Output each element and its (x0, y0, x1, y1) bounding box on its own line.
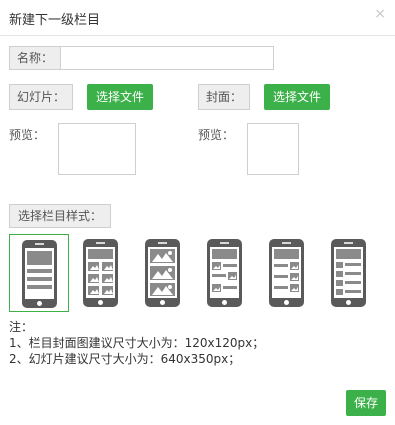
note-cover-size: 1、栏目封面图建议尺寸大小为：120x120px； (9, 336, 265, 350)
layout-option-2[interactable] (71, 234, 131, 312)
phone-layout-gallery-icon (145, 239, 180, 307)
layout-option-3[interactable] (133, 234, 193, 312)
layout-option-4[interactable] (195, 234, 255, 312)
dialog-title: 新建下一级栏目 (9, 13, 101, 28)
save-button[interactable]: 保存 (345, 390, 386, 416)
select-layout-style-button[interactable]: 选择栏目样式： (9, 204, 112, 228)
close-icon[interactable]: × (374, 7, 386, 21)
phone-layout-list-icon (22, 240, 57, 308)
cover-label: 封面： (198, 84, 251, 110)
size-notes: 注： 1、栏目封面图建议尺寸大小为：120x120px； 2、幻灯片建议尺寸大小… (9, 319, 264, 367)
slideshow-preview-label: 预览： (9, 128, 46, 142)
layout-option-5[interactable] (257, 234, 317, 312)
notes-heading: 注： (9, 320, 34, 334)
cover-preview-box (247, 123, 299, 175)
layout-option-1[interactable] (9, 234, 69, 312)
slideshow-label: 幻灯片： (9, 84, 74, 110)
slideshow-choose-file-button[interactable]: 选择文件 (87, 84, 154, 110)
name-input[interactable] (61, 46, 274, 70)
phone-layout-text-list-icon (331, 239, 366, 307)
cover-choose-file-button[interactable]: 选择文件 (264, 84, 331, 110)
phone-layout-grid-icon (83, 239, 118, 307)
phone-layout-thumb-list-icon (269, 239, 304, 307)
layout-option-6[interactable] (319, 234, 379, 312)
dialog-header: 新建下一级栏目 × (0, 0, 395, 36)
phone-layout-mixed-icon (207, 239, 242, 307)
slideshow-preview-box (58, 123, 136, 175)
note-slideshow-size: 2、幻灯片建议尺寸大小为：640x350px； (9, 352, 241, 366)
new-subcategory-dialog: 新建下一级栏目 × 名称： 幻灯片： 选择文件 封面： 选择文件 预览： 预览：… (0, 0, 395, 425)
name-label: 名称： (9, 46, 62, 70)
cover-preview-label: 预览： (198, 128, 235, 142)
